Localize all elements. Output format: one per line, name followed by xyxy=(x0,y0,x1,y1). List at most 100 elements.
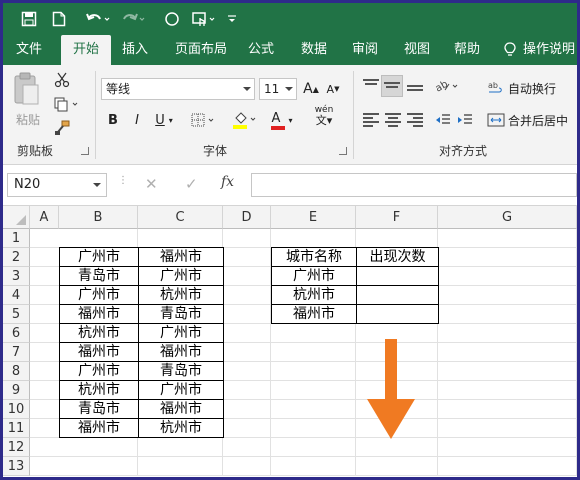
lightbulb-icon[interactable] xyxy=(500,35,520,65)
align-bottom-button[interactable] xyxy=(405,75,425,97)
cell-b10[interactable]: 青岛市 xyxy=(59,399,139,419)
grow-font-button[interactable]: A ▲ xyxy=(301,78,321,100)
cancel-formula-button[interactable]: ✕ xyxy=(145,175,158,193)
phonetic-button[interactable]: wén 文▾ xyxy=(309,105,339,127)
tab-page-layout[interactable]: 页面布局 xyxy=(169,35,233,65)
tab-file[interactable]: 文件 xyxy=(9,35,49,65)
format-painter-icon[interactable] xyxy=(51,117,73,139)
cell-b4[interactable]: 广州市 xyxy=(59,285,139,305)
column-header-a[interactable]: A xyxy=(30,206,59,229)
cell-b5[interactable]: 福州市 xyxy=(59,304,139,324)
font-size-dropdown[interactable]: 11 xyxy=(259,78,297,100)
cell-b7[interactable]: 福州市 xyxy=(59,342,139,362)
merge-center-button[interactable]: 合并后居中 xyxy=(487,109,577,131)
row-header-8[interactable]: 8 xyxy=(3,362,30,381)
align-middle-button[interactable] xyxy=(381,75,403,97)
font-color-button[interactable]: A ▾ xyxy=(265,109,299,131)
align-left-button[interactable] xyxy=(361,109,381,131)
cell-f5[interactable] xyxy=(356,304,439,324)
row-header-6[interactable]: 6 xyxy=(3,324,30,343)
borders-button[interactable] xyxy=(189,109,219,131)
undo-icon[interactable] xyxy=(83,7,113,31)
decrease-indent-icon[interactable] xyxy=(433,109,453,131)
cell-e5[interactable]: 福州市 xyxy=(271,304,357,324)
formula-input[interactable] xyxy=(251,173,577,197)
row-header-9[interactable]: 9 xyxy=(3,381,30,400)
column-header-c[interactable]: C xyxy=(138,206,223,229)
worksheet-grid[interactable]: ABCDEFG 1 2 3 4 5 6 7 8 9 10 11 12 13 广州市 青岛市 广州市 福州市 杭州… xyxy=(3,206,577,477)
cell-b9[interactable]: 杭州市 xyxy=(59,380,139,400)
cell-c5[interactable]: 青岛市 xyxy=(138,304,224,324)
enter-formula-button[interactable]: ✓ xyxy=(185,175,198,193)
column-header-e[interactable]: E xyxy=(271,206,356,229)
row-header-10[interactable]: 10 xyxy=(3,400,30,419)
row-header-3[interactable]: 3 xyxy=(3,267,30,286)
wrap-text-button[interactable]: ab 自动换行 xyxy=(487,77,577,99)
orientation-button[interactable]: ab xyxy=(433,75,463,97)
row-header-11[interactable]: 11 xyxy=(3,419,30,438)
align-center-button[interactable] xyxy=(383,109,403,131)
row-header-7[interactable]: 7 xyxy=(3,343,30,362)
cell-e4[interactable]: 杭州市 xyxy=(271,285,357,305)
cell-c9[interactable]: 广州市 xyxy=(138,380,224,400)
select-all-corner[interactable] xyxy=(3,206,30,229)
cell-c7[interactable]: 福州市 xyxy=(138,342,224,362)
column-header-f[interactable]: F xyxy=(356,206,438,229)
column-header-g[interactable]: G xyxy=(438,206,577,229)
touch-icon[interactable] xyxy=(189,7,219,31)
cell-c8[interactable]: 青岛市 xyxy=(138,361,224,381)
cell-c4[interactable]: 杭州市 xyxy=(138,285,224,305)
tab-review[interactable]: 审阅 xyxy=(345,35,385,65)
cell-c6[interactable]: 广州市 xyxy=(138,323,224,343)
save-icon[interactable] xyxy=(17,7,41,31)
splitter-handle-icon[interactable]: ⋮ xyxy=(118,176,128,192)
row-header-1[interactable]: 1 xyxy=(3,229,30,248)
tab-data[interactable]: 数据 xyxy=(294,35,334,65)
cut-icon[interactable] xyxy=(51,69,73,91)
cell-b2[interactable]: 广州市 xyxy=(59,247,139,267)
row-header-4[interactable]: 4 xyxy=(3,286,30,305)
italic-button[interactable]: I xyxy=(127,109,147,131)
font-name-dropdown[interactable]: 等线 xyxy=(101,78,255,100)
tab-insert[interactable]: 插入 xyxy=(115,35,155,65)
row-header-2[interactable]: 2 xyxy=(3,248,30,267)
align-top-button[interactable] xyxy=(361,75,381,97)
name-box[interactable]: N20 xyxy=(7,173,107,197)
paste-button[interactable]: 粘贴 xyxy=(11,71,45,133)
cell-c10[interactable]: 福州市 xyxy=(138,399,224,419)
align-right-button[interactable] xyxy=(405,109,425,131)
new-file-icon[interactable] xyxy=(47,7,71,31)
fill-color-button[interactable] xyxy=(231,109,261,131)
cell-c2[interactable]: 福州市 xyxy=(138,247,224,267)
tab-help[interactable]: 帮助 xyxy=(447,35,487,65)
redo-icon[interactable] xyxy=(118,7,148,31)
clipboard-launcher-icon[interactable] xyxy=(81,147,89,155)
increase-indent-icon[interactable] xyxy=(455,109,475,131)
tab-home[interactable]: 开始 xyxy=(61,35,111,65)
shape-icon[interactable] xyxy=(160,7,184,31)
cell-e3[interactable]: 广州市 xyxy=(271,266,357,286)
cell-f4[interactable] xyxy=(356,285,439,305)
cell-f3[interactable] xyxy=(356,266,439,286)
cell-c3[interactable]: 广州市 xyxy=(138,266,224,286)
underline-button[interactable]: U ▾ xyxy=(149,109,179,131)
cell-f2[interactable]: 出现次数 xyxy=(356,247,439,267)
column-header-d[interactable]: D xyxy=(223,206,271,229)
insert-function-button[interactable]: fx xyxy=(221,174,234,190)
row-header-12[interactable]: 12 xyxy=(3,438,30,457)
cell-b11[interactable]: 福州市 xyxy=(59,418,139,438)
copy-icon[interactable] xyxy=(51,93,83,115)
tab-view[interactable]: 视图 xyxy=(397,35,437,65)
bold-button[interactable]: B xyxy=(103,109,123,131)
column-header-b[interactable]: B xyxy=(59,206,138,229)
cell-b6[interactable]: 杭州市 xyxy=(59,323,139,343)
row-header-13[interactable]: 13 xyxy=(3,457,30,476)
tab-formulas[interactable]: 公式 xyxy=(241,35,281,65)
cell-e2[interactable]: 城市名称 xyxy=(271,247,357,267)
cell-b8[interactable]: 广州市 xyxy=(59,361,139,381)
cell-b3[interactable]: 青岛市 xyxy=(59,266,139,286)
shrink-font-button[interactable]: A ▼ xyxy=(323,78,343,100)
customize-icon[interactable] xyxy=(225,7,239,31)
cell-c11[interactable]: 杭州市 xyxy=(138,418,224,438)
row-header-5[interactable]: 5 xyxy=(3,305,30,324)
